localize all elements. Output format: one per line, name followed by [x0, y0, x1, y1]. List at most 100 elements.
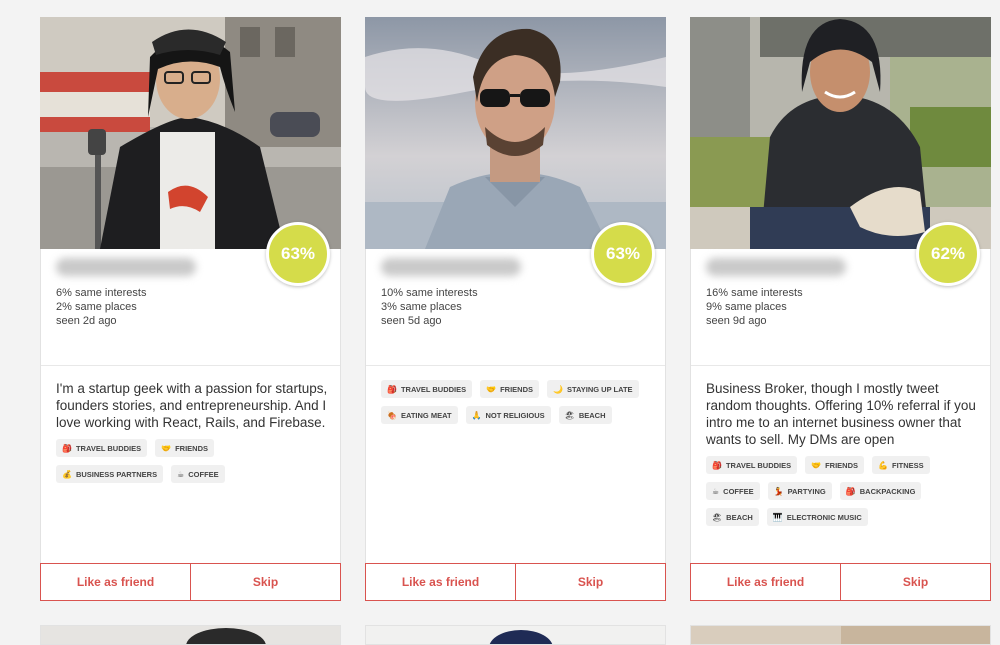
tag: 🎒 BACKPACKING [839, 482, 922, 500]
tag: 🤝 FRIENDS [480, 380, 540, 398]
tag-label: NOT RELIGIOUS [485, 410, 545, 420]
last-seen: seen 2d ago [56, 315, 117, 327]
profile-grid: 63% 6% same interests 2% same places see… [0, 0, 1000, 645]
tag-label: BACKPACKING [859, 486, 916, 496]
skip-button[interactable]: Skip [841, 563, 991, 601]
profile-stats: 10% same interests 3% same places seen 5… [381, 286, 478, 328]
profile-body: Business Broker, though I mostly tweet r… [706, 380, 981, 534]
last-seen: seen 5d ago [381, 315, 442, 327]
tag: ☕ COFFEE [171, 465, 225, 483]
tag: 🙏 NOT RELIGIOUS [465, 406, 551, 424]
card-actions: Like as friend Skip [40, 563, 341, 601]
tag-icon: 🤝 [161, 443, 172, 453]
tag-label: ELECTRONIC MUSIC [786, 512, 862, 522]
profile-body: 🎒 TRAVEL BUDDIES 🤝 FRIENDS 🌙 STAYING UP LAT… [381, 380, 656, 432]
next-profile-card-peek[interactable] [40, 625, 341, 645]
tag: 💃 PARTYING [767, 482, 832, 500]
profile-photo[interactable] [40, 17, 341, 249]
tag: 🤝 FRIENDS [805, 456, 865, 474]
tag-icon: 🎒 [62, 443, 72, 453]
next-profile-card-peek[interactable] [365, 625, 666, 645]
tag: 🏖 BEACH [558, 406, 612, 424]
tag: 💰 BUSINESS PARTNERS [56, 465, 164, 483]
tag-label: TRAVEL BUDDIES [725, 460, 792, 470]
same-places: 9% same places [706, 301, 787, 313]
tag: 🍖 EATING MEAT [381, 406, 458, 424]
card-actions: Like as friend Skip [365, 563, 666, 601]
tag: 🎒 TRAVEL BUDDIES [381, 380, 473, 398]
tag-icon: 🙏 [471, 410, 482, 420]
tag-label: FRIENDS [175, 443, 209, 453]
tag: 🎹 ELECTRONIC MUSIC [766, 508, 868, 526]
same-interests: 16% same interests [706, 287, 803, 299]
tag-icon: 💪 [878, 460, 888, 470]
tag-icon: 🎒 [387, 384, 397, 394]
skip-button[interactable]: Skip [516, 563, 666, 601]
tag: 🤝 FRIENDS [155, 439, 215, 457]
tag-icon: ☕ [712, 486, 720, 496]
tag-label: BEACH [726, 512, 753, 522]
profile-body: I'm a startup geek with a passion for st… [56, 380, 331, 491]
tag-icon: 💃 [773, 486, 784, 496]
tag-label: FRIENDS [500, 384, 534, 394]
tag: 💪 FITNESS [872, 456, 930, 474]
profile-card: 62% 16% same interests 9% same places se… [690, 17, 991, 601]
tag-label: BEACH [578, 410, 606, 420]
tag: ☕ COFFEE [706, 482, 760, 500]
profile-photo[interactable] [365, 17, 666, 249]
tag-icon: 💰 [62, 469, 72, 479]
tag-label: STAYING UP LATE [566, 384, 633, 394]
same-interests: 6% same interests [56, 287, 147, 299]
divider [691, 365, 990, 366]
tag: 🎒 TRAVEL BUDDIES [706, 456, 798, 474]
match-percentage-badge: 62% [916, 222, 980, 286]
tag-label: EATING MEAT [400, 410, 452, 420]
tag-label: BUSINESS PARTNERS [75, 469, 158, 479]
tag: 🎒 TRAVEL BUDDIES [56, 439, 148, 457]
bio-text: Business Broker, though I mostly tweet r… [706, 381, 976, 447]
divider [366, 365, 665, 366]
tag: 🌙 STAYING UP LATE [547, 380, 639, 398]
next-profile-card-peek[interactable] [690, 625, 991, 645]
tag-icon: 🎒 [712, 460, 722, 470]
tag-icon: 🏖 [712, 512, 723, 522]
tag-label: TRAVEL BUDDIES [400, 384, 467, 394]
tag-label: FITNESS [891, 460, 924, 470]
like-as-friend-button[interactable]: Like as friend [365, 563, 516, 601]
divider [41, 365, 340, 366]
interest-tags: 🎒 TRAVEL BUDDIES 🤝 FRIENDS 🌙 STAYING UP LAT… [381, 380, 656, 432]
same-places: 3% same places [381, 301, 462, 313]
tag-label: COFFEE [188, 469, 219, 479]
same-interests: 10% same interests [381, 287, 478, 299]
tag: 🏖 BEACH [706, 508, 759, 526]
profile-stats: 6% same interests 2% same places seen 2d… [56, 286, 146, 328]
same-places: 2% same places [56, 301, 137, 313]
profile-stats: 16% same interests 9% same places seen 9… [706, 286, 803, 328]
tag-label: PARTYING [787, 486, 826, 496]
tag-icon: 🎹 [772, 512, 783, 522]
tag-icon: 🍖 [387, 410, 397, 420]
interest-tags: 🎒 TRAVEL BUDDIES 🤝 FRIENDS 💰 BUSINESS PARTN… [56, 439, 331, 491]
blurred-name [56, 258, 196, 276]
tag-icon: 🏖 [564, 410, 575, 420]
tag-label: COFFEE [723, 486, 754, 496]
interest-tags: 🎒 TRAVEL BUDDIES 🤝 FRIENDS 💪 FITNESS ☕ COFFE… [706, 456, 981, 534]
bio-text: I'm a startup geek with a passion for st… [56, 381, 328, 430]
blurred-name [706, 258, 846, 276]
profile-card: 63% 10% same interests 3% same places se… [365, 17, 666, 601]
tag-icon: 🎒 [845, 486, 856, 496]
like-as-friend-button[interactable]: Like as friend [690, 563, 841, 601]
match-percentage-badge: 63% [266, 222, 330, 286]
profile-card: 63% 6% same interests 2% same places see… [40, 17, 341, 601]
tag-icon: 🌙 [553, 384, 563, 394]
tag-label: TRAVEL BUDDIES [75, 443, 142, 453]
card-actions: Like as friend Skip [690, 563, 991, 601]
match-percentage-badge: 63% [591, 222, 655, 286]
tag-icon: ☕ [177, 469, 185, 479]
profile-photo[interactable] [690, 17, 991, 249]
tag-icon: 🤝 [811, 460, 822, 470]
like-as-friend-button[interactable]: Like as friend [40, 563, 191, 601]
last-seen: seen 9d ago [706, 315, 767, 327]
skip-button[interactable]: Skip [191, 563, 341, 601]
blurred-name [381, 258, 521, 276]
